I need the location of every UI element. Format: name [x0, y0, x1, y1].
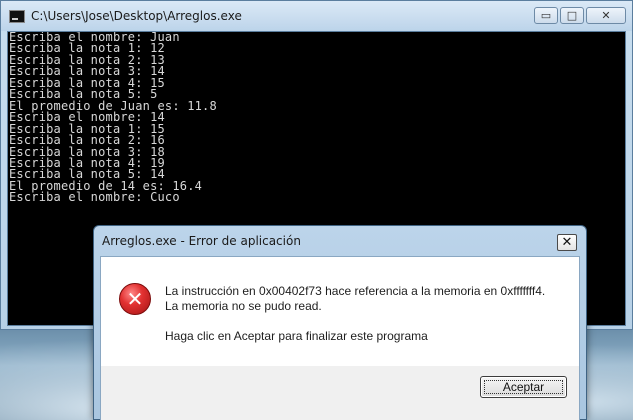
dialog-close-button[interactable]: ✕: [557, 234, 577, 251]
dialog-title: Arreglos.exe - Error de aplicación: [102, 234, 301, 248]
close-button[interactable]: ✕: [586, 7, 626, 24]
error-dialog: Arreglos.exe - Error de aplicación ✕ ✕ L…: [93, 225, 587, 420]
console-titlebar[interactable]: C:\Users\Jose\Desktop\Arreglos.exe ▭ □ ✕: [1, 1, 632, 31]
focus-rectangle: [484, 380, 563, 394]
console-line: Escriba el nombre: Cuco: [9, 190, 180, 205]
console-app-icon: [9, 9, 25, 23]
caption-buttons: ▭ □ ✕: [534, 7, 626, 24]
console-lines: Escriba el nombre: Juan Escriba la nota 1…: [8, 32, 625, 204]
maximize-button[interactable]: □: [560, 7, 584, 24]
error-message-line-1: La instrucción en 0x00402f73 hace refere…: [165, 284, 546, 298]
error-message-line-3: Haga clic en Aceptar para finalizar este…: [165, 329, 428, 343]
dialog-content: ✕ La instrucción en 0x00402f73 hace refe…: [100, 256, 580, 366]
console-window-title: C:\Users\Jose\Desktop\Arreglos.exe: [31, 9, 242, 23]
error-message-line-2: La memoria no se pudo read.: [165, 299, 322, 313]
minimize-button[interactable]: ▭: [534, 7, 558, 24]
dialog-titlebar[interactable]: Arreglos.exe - Error de aplicación ✕: [94, 226, 586, 256]
error-icon: ✕: [119, 283, 151, 315]
accept-button[interactable]: Aceptar: [480, 376, 567, 398]
